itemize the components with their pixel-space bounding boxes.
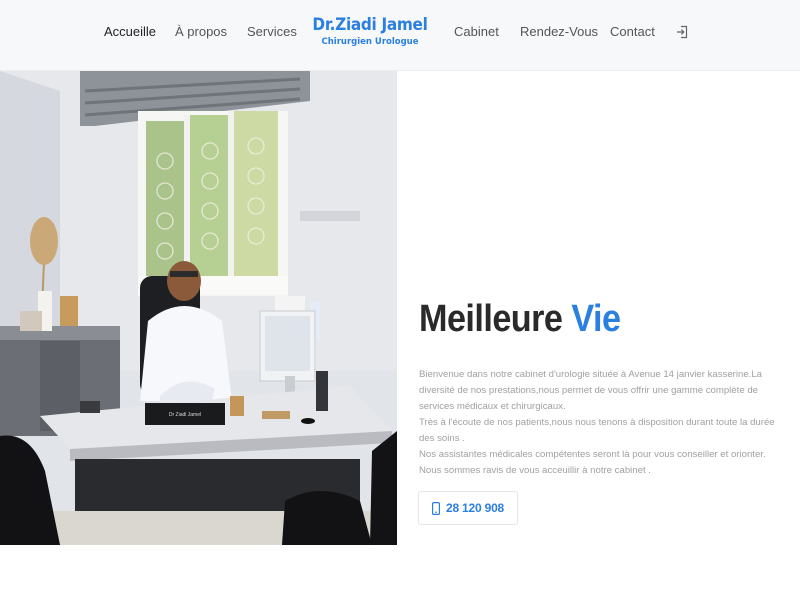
nav-services[interactable]: Services bbox=[247, 24, 297, 39]
hero-office-photo: Dr Ziadi Jamel bbox=[0, 71, 397, 545]
phone-call-button[interactable]: 28 120 908 bbox=[418, 491, 518, 525]
hero-title: Meilleure Vie bbox=[419, 298, 621, 341]
site-header: Accueille À propos Services Dr.Ziadi Jam… bbox=[0, 0, 800, 71]
office-scene-illustration: Dr Ziadi Jamel bbox=[0, 71, 397, 545]
sign-in-icon[interactable] bbox=[675, 24, 689, 40]
phone-number: 28 120 908 bbox=[445, 501, 505, 515]
hero-description: Bienvenue dans notre cabinet d'urologie … bbox=[419, 367, 775, 479]
desk-nameplate: Dr Ziadi Jamel bbox=[169, 412, 201, 418]
nav-a-propos[interactable]: À propos bbox=[175, 24, 227, 39]
nav-contact[interactable]: Contact bbox=[610, 24, 655, 39]
brand-logo[interactable]: Dr.Ziadi Jamel Chirurgien Urologue bbox=[312, 14, 428, 48]
brand-name: Dr.Ziadi Jamel bbox=[312, 15, 428, 35]
nav-cabinet[interactable]: Cabinet bbox=[454, 24, 499, 39]
hero-paragraph-assistants: Nos assistantes médicales compétentes se… bbox=[419, 449, 766, 460]
nav-rendez-vous[interactable]: Rendez-Vous bbox=[520, 24, 598, 39]
nav-accueille[interactable]: Accueille bbox=[104, 24, 156, 39]
hero-title-main: Meilleure bbox=[419, 298, 563, 340]
hero-paragraph-care: Très à l'écoute de nos patients,nous nou… bbox=[419, 417, 775, 444]
hero-title-accent: Vie bbox=[571, 298, 621, 340]
hero-paragraph-welcome: Bienvenue dans notre cabinet d'urologie … bbox=[419, 369, 763, 412]
mobile-phone-icon bbox=[431, 501, 440, 515]
brand-subtitle: Chirurgien Urologue bbox=[321, 37, 419, 47]
hero-paragraph-welcome-end: Nous sommes ravis de vous acceuillir à n… bbox=[419, 465, 651, 476]
